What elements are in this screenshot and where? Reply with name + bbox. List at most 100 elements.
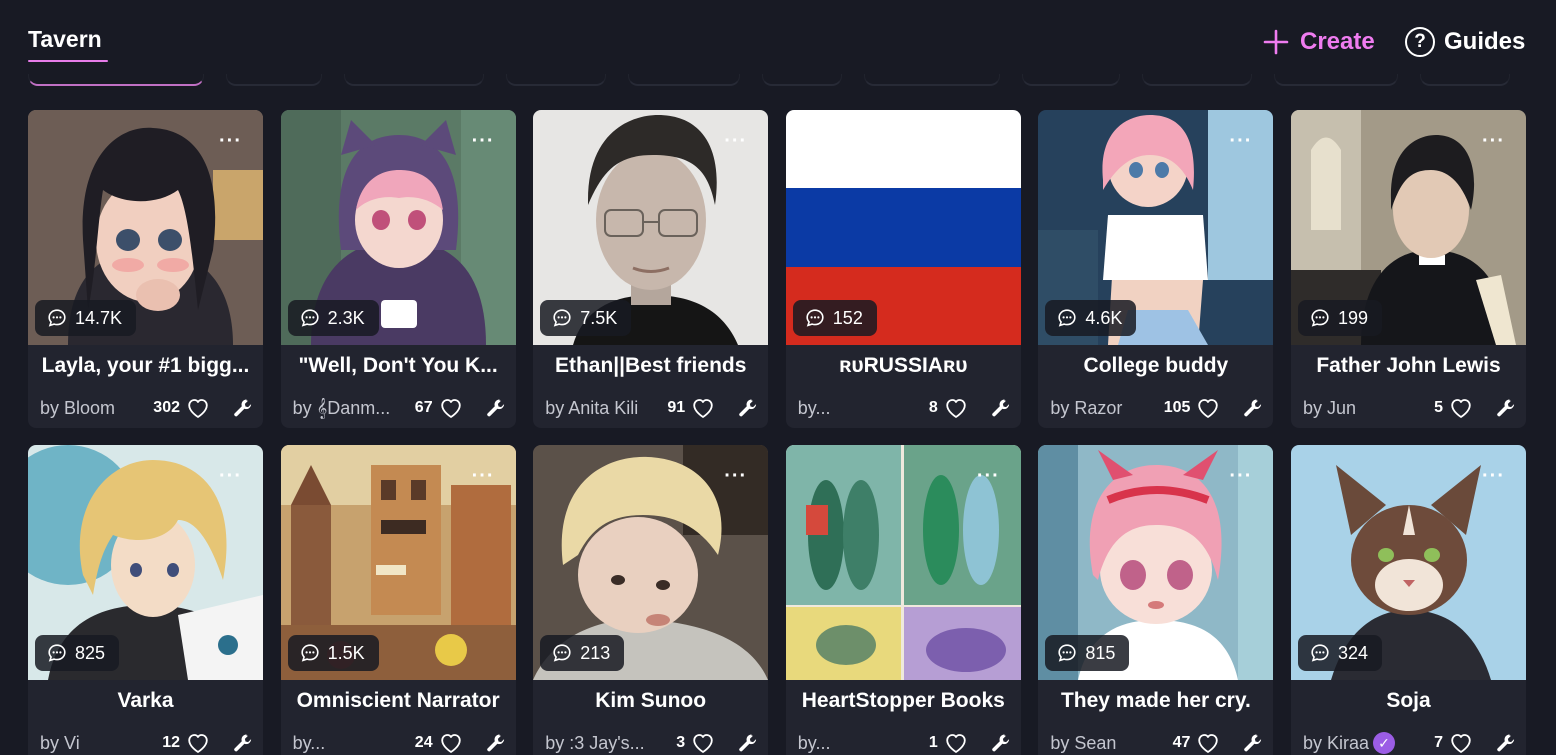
- author-name[interactable]: by Sean: [1050, 733, 1166, 754]
- like-count: 12: [162, 734, 180, 751]
- create-button[interactable]: Create: [1262, 25, 1375, 59]
- heart-icon[interactable]: [691, 732, 715, 754]
- category-chip[interactable]: [762, 74, 842, 86]
- guides-button[interactable]: ? Guides: [1405, 25, 1525, 59]
- wrench-icon[interactable]: [737, 397, 759, 419]
- author-name[interactable]: by...: [798, 733, 923, 754]
- category-chip[interactable]: [506, 74, 606, 86]
- wrench-icon[interactable]: [232, 732, 254, 754]
- character-card[interactable]: ··· 2.3K "Well, Don't You K... by 𝄞Danm.…: [280, 110, 516, 428]
- category-chip[interactable]: [1274, 74, 1398, 86]
- more-dots-icon[interactable]: ···: [219, 131, 242, 151]
- heart-icon[interactable]: [1449, 397, 1473, 419]
- chat-count-badge: 815: [1045, 635, 1130, 671]
- character-card[interactable]: ··· 213 Kim Sunoo by :3 Jay's... 3: [533, 445, 769, 755]
- category-chip[interactable]: [1142, 74, 1252, 86]
- wrench-icon[interactable]: [1242, 397, 1264, 419]
- wrench-icon[interactable]: [990, 732, 1012, 754]
- author-name[interactable]: by Jun: [1303, 398, 1428, 419]
- author-name[interactable]: by Bloom: [40, 398, 147, 419]
- category-chip[interactable]: [226, 74, 322, 86]
- card-footer: by... 1: [798, 732, 1012, 754]
- character-card[interactable]: ··· 199 Father John Lewis by Jun 5: [1291, 110, 1526, 428]
- guides-label: Guides: [1444, 28, 1526, 55]
- like-count: 5: [1434, 399, 1443, 416]
- card-title: Ethan||Best friends: [554, 354, 747, 377]
- card-footer: by :3 Jay's... 3: [545, 732, 759, 754]
- card-title: ʀᴜRUSSIAʀᴜ: [839, 354, 968, 377]
- character-card[interactable]: ··· 815 They made her cry. by Sean 47: [1038, 445, 1274, 755]
- more-dots-icon[interactable]: ···: [1482, 466, 1505, 486]
- wrench-icon[interactable]: [232, 397, 254, 419]
- card-footer: by Jun 5: [1303, 397, 1517, 419]
- wrench-icon[interactable]: [1495, 732, 1517, 754]
- more-dots-icon[interactable]: ···: [1229, 466, 1252, 486]
- more-dots-icon[interactable]: ···: [977, 131, 1000, 151]
- heart-icon[interactable]: [944, 397, 968, 419]
- heart-icon[interactable]: [186, 732, 210, 754]
- wrench-icon[interactable]: [1495, 397, 1517, 419]
- more-dots-icon[interactable]: ···: [472, 131, 495, 151]
- wrench-icon[interactable]: [990, 397, 1012, 419]
- character-card[interactable]: ··· 4.6K College buddy by Razor 105: [1038, 110, 1274, 428]
- more-dots-icon[interactable]: ···: [1482, 131, 1505, 151]
- character-card[interactable]: ··· 1.5K Omniscient Narrator by... 24: [280, 445, 516, 755]
- card-title: Father John Lewis: [1316, 354, 1501, 377]
- category-chip[interactable]: [1420, 74, 1510, 86]
- more-dots-icon[interactable]: ···: [724, 131, 747, 151]
- heart-icon[interactable]: [1196, 397, 1220, 419]
- character-card[interactable]: ··· 324 Soja by Kiraa ✓ 7: [1291, 445, 1526, 755]
- chat-bubble-icon: [1057, 308, 1077, 328]
- character-card[interactable]: ··· 7.5K Ethan||Best friends by Anita Ki…: [533, 110, 769, 428]
- author-name[interactable]: by 𝄞Danm...: [293, 398, 409, 419]
- card-title: College buddy: [1083, 354, 1229, 377]
- category-chip[interactable]: [28, 74, 204, 86]
- author-name[interactable]: by...: [293, 733, 409, 754]
- more-dots-icon[interactable]: ···: [472, 466, 495, 486]
- author-name[interactable]: by Vi: [40, 733, 156, 754]
- author-name[interactable]: by :3 Jay's...: [545, 733, 670, 754]
- author-name[interactable]: by Razor: [1050, 398, 1157, 419]
- heart-icon[interactable]: [439, 732, 463, 754]
- category-chip[interactable]: [628, 74, 740, 86]
- category-chip[interactable]: [344, 74, 484, 86]
- card-title: Layla, your #1 bigg...: [41, 354, 250, 377]
- card-footer: by Kiraa ✓ 7: [1303, 732, 1517, 754]
- chat-bubble-icon: [300, 643, 320, 663]
- character-card[interactable]: ··· 152 ʀᴜRUSSIAʀᴜ by... 8: [785, 110, 1021, 428]
- wrench-icon[interactable]: [485, 732, 507, 754]
- card-footer: by 𝄞Danm... 67: [293, 397, 507, 419]
- heart-icon[interactable]: [439, 397, 463, 419]
- wrench-icon[interactable]: [485, 397, 507, 419]
- more-dots-icon[interactable]: ···: [724, 466, 747, 486]
- heart-icon[interactable]: [1196, 732, 1220, 754]
- author-name[interactable]: by...: [798, 398, 923, 419]
- more-dots-icon[interactable]: ···: [1229, 131, 1252, 151]
- author-name[interactable]: by Anita Kili: [545, 398, 661, 419]
- heart-icon[interactable]: [186, 397, 210, 419]
- character-card[interactable]: ··· HeartStopper Books by... 1: [785, 445, 1021, 755]
- character-card[interactable]: ··· 14.7K Layla, your #1 bigg... by Bloo…: [28, 110, 263, 428]
- chat-bubble-icon: [1310, 308, 1330, 328]
- author-name[interactable]: by Kiraa: [1303, 733, 1369, 754]
- more-dots-icon[interactable]: ···: [219, 466, 242, 486]
- heart-icon[interactable]: [691, 397, 715, 419]
- character-card[interactable]: ··· 825 Varka by Vi 12: [28, 445, 263, 755]
- wrench-icon[interactable]: [1242, 732, 1264, 754]
- category-filter-strip: [0, 74, 1556, 88]
- category-chip[interactable]: [864, 74, 1000, 86]
- card-title: Varka: [117, 689, 174, 712]
- like-count: 302: [153, 399, 180, 416]
- chat-bubble-icon: [1057, 643, 1077, 663]
- card-footer: by Razor 105: [1050, 397, 1264, 419]
- chat-count-badge: 4.6K: [1045, 300, 1137, 336]
- heart-icon[interactable]: [944, 732, 968, 754]
- tab-tavern[interactable]: Tavern: [28, 26, 102, 53]
- chat-bubble-icon: [47, 643, 67, 663]
- wrench-icon[interactable]: [737, 732, 759, 754]
- category-chip[interactable]: [1022, 74, 1120, 86]
- like-count: 67: [414, 399, 433, 416]
- like-count: 7: [1434, 734, 1443, 751]
- heart-icon[interactable]: [1449, 732, 1473, 754]
- more-dots-icon[interactable]: ···: [977, 466, 1000, 486]
